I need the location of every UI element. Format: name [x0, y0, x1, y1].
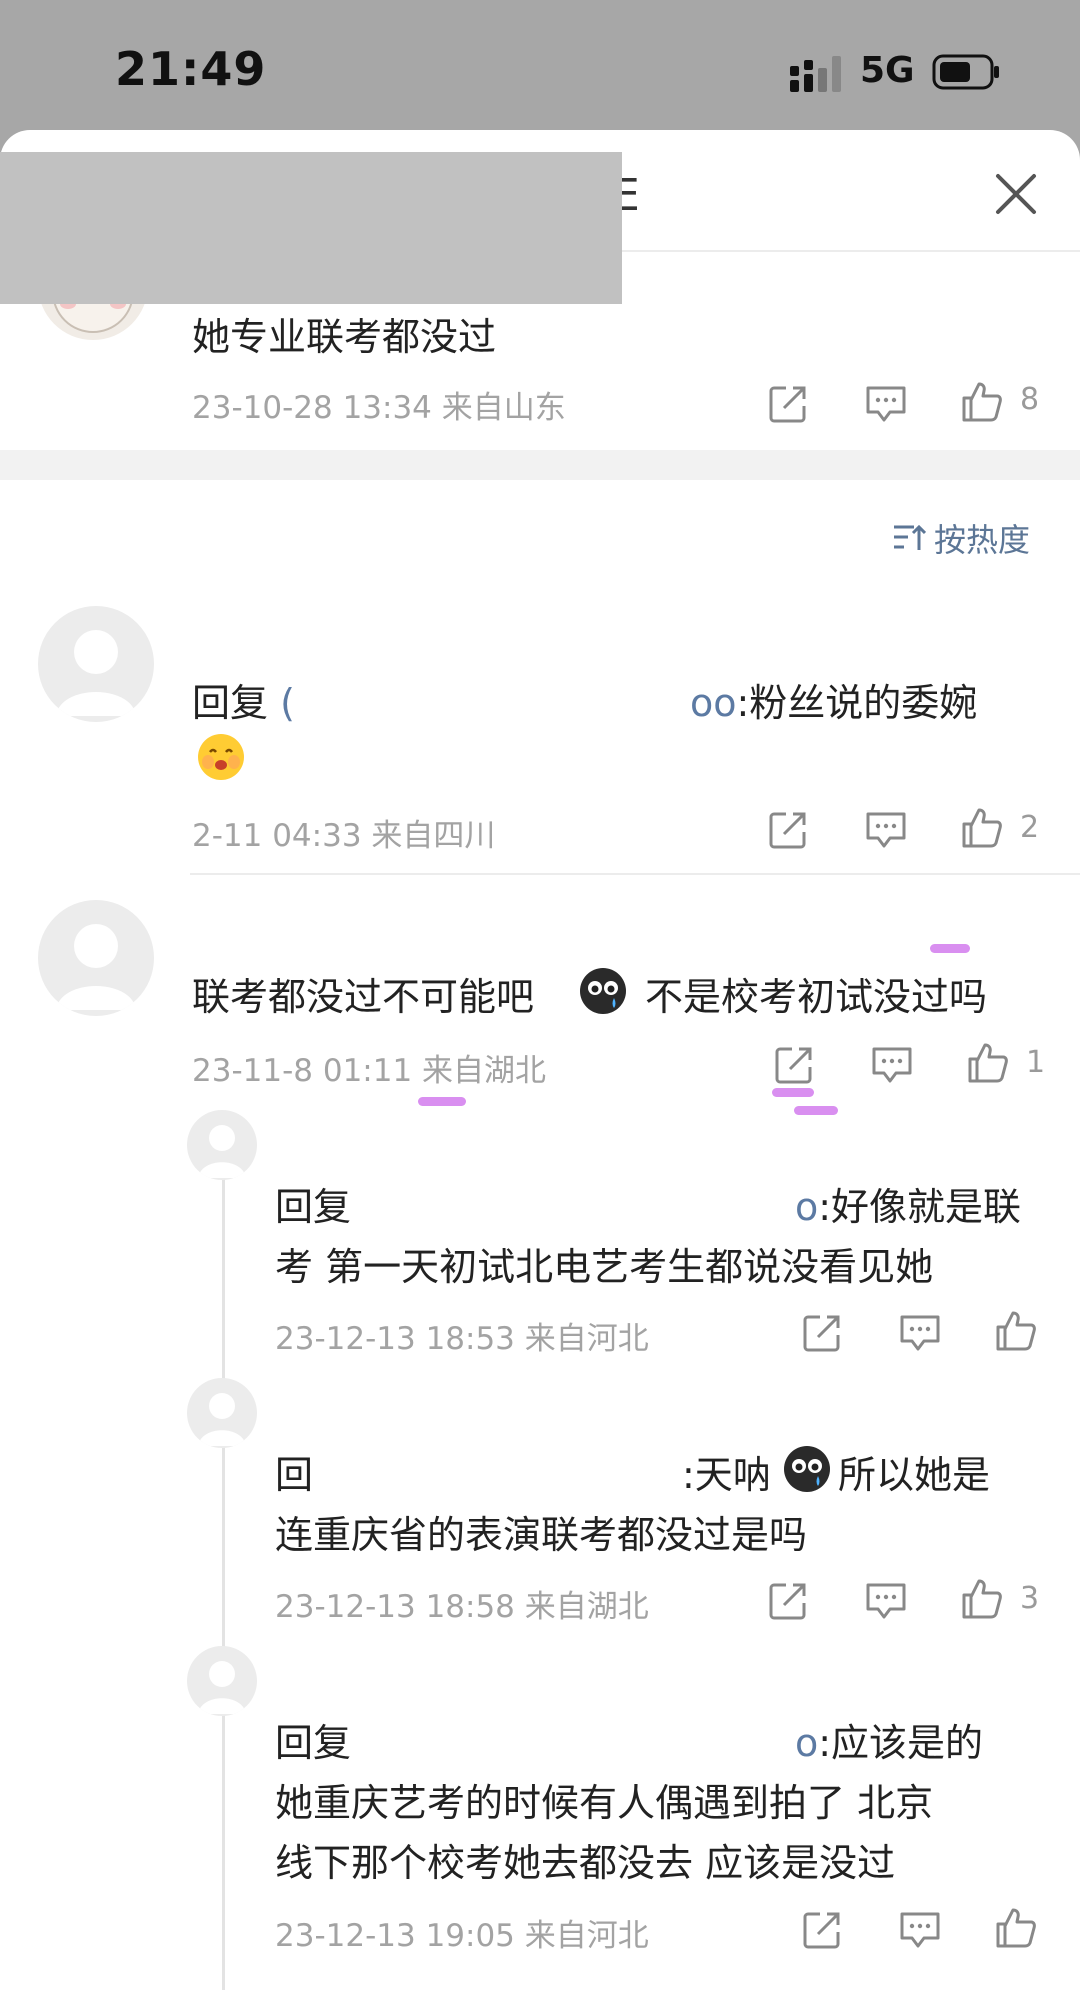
highlight-mark [772, 1088, 814, 1097]
comment-text-part2: 不是校考初试没过吗 [645, 975, 988, 1019]
reply-text-line3: 线下那个校考她去都没去 应该是没过 [275, 1841, 896, 1885]
share-icon[interactable] [766, 1579, 810, 1623]
comment-icon[interactable] [864, 808, 908, 852]
sort-label: 按热度 [934, 521, 1031, 559]
sort-button[interactable]: 按热度 [892, 516, 1030, 560]
like-icon[interactable] [960, 1577, 1004, 1621]
comment-text: :粉丝说的委婉 [736, 681, 978, 725]
like-count: 1 [1026, 1045, 1046, 1080]
reply-prefix: 回复 [192, 681, 269, 725]
reply-header: 回复 ( [192, 672, 295, 727]
highlight-mark [418, 1097, 466, 1106]
thread-line [222, 1140, 225, 1990]
username-start[interactable]: ( [280, 681, 295, 725]
like-count: 8 [1020, 382, 1040, 417]
highlight-mark [930, 944, 970, 953]
share-icon[interactable] [766, 808, 810, 852]
comment-icon[interactable] [870, 1043, 914, 1087]
comment-text-part1: 联考都没过不可能吧 [192, 975, 535, 1019]
comment-text: 她专业联考都没过 [192, 315, 497, 359]
sort-icon [894, 524, 926, 550]
username-end[interactable]: o [795, 1185, 818, 1229]
network-label: 5G [860, 50, 915, 91]
share-icon[interactable] [772, 1043, 816, 1087]
avatar[interactable] [187, 1646, 257, 1716]
crying-face-emoji-icon [784, 1446, 830, 1492]
battery-icon [932, 54, 999, 90]
username-end[interactable]: o [795, 1721, 818, 1765]
like-count: 2 [1020, 810, 1040, 845]
highlight-mark [794, 1106, 838, 1115]
status-bar: 21:49 5G [0, 0, 1080, 135]
avatar[interactable] [38, 606, 154, 722]
comment-icon[interactable] [864, 1579, 908, 1623]
comment-meta: 23-11-8 01:11 来自湖北 [192, 1053, 547, 1089]
comment-icon[interactable] [898, 1311, 942, 1355]
signal-icon [790, 56, 841, 92]
reply-prefix: 回 [275, 1453, 314, 1497]
reply-prefix: 回复 [275, 1721, 352, 1765]
status-time: 21:49 [115, 42, 267, 96]
comment-meta: 2-11 04:33 来自四川 [192, 818, 496, 854]
reply-text-line2: 考 第一天初试北电艺考生都说没看见她 [275, 1245, 934, 1289]
avatar[interactable] [187, 1110, 257, 1180]
comment-text: 联考都没过不可能吧 [192, 966, 534, 1021]
like-icon[interactable] [960, 806, 1004, 850]
reply-meta: 23-12-13 19:05 来自河北 [275, 1918, 649, 1954]
share-icon[interactable] [800, 1908, 844, 1952]
avatar[interactable] [187, 1378, 257, 1448]
reply-text: o:好像就是联 [795, 1176, 1021, 1231]
like-icon[interactable] [994, 1309, 1038, 1353]
reply-text-line1b: 所以她是 [838, 1453, 991, 1497]
reply-text-line2: 她重庆艺考的时候有人偶遇到拍了 北京 [275, 1781, 934, 1825]
comment-icon[interactable] [864, 382, 908, 426]
reply-meta: 23-12-13 18:58 来自湖北 [275, 1589, 649, 1625]
section-separator [0, 450, 1080, 480]
avatar[interactable] [38, 900, 154, 1016]
like-icon[interactable] [994, 1906, 1038, 1950]
comment-meta: 23-10-28 13:34 来自山东 [192, 390, 566, 426]
reply-text-line1: :好像就是联 [818, 1185, 1022, 1229]
reply-text: oo:粉丝说的委婉 [690, 672, 977, 727]
comment-icon[interactable] [898, 1908, 942, 1952]
like-icon[interactable] [960, 380, 1004, 424]
like-count: 3 [1020, 1581, 1040, 1616]
crying-face-emoji-icon [580, 968, 626, 1014]
username-end[interactable]: oo [690, 681, 737, 725]
reply-text-line2: 连重庆省的表演联考都没过是吗 [275, 1513, 808, 1557]
reply-text-line1: :应该是的 [818, 1721, 984, 1765]
share-icon[interactable] [766, 382, 810, 426]
blush-emoji-icon [198, 734, 244, 780]
reply-meta: 23-12-13 18:53 来自河北 [275, 1321, 649, 1357]
share-icon[interactable] [800, 1311, 844, 1355]
reply-prefix: 回复 [275, 1185, 352, 1229]
redaction-block [0, 152, 622, 304]
like-icon[interactable] [966, 1041, 1010, 1085]
close-icon[interactable] [990, 168, 1042, 220]
divider [190, 873, 1080, 875]
reply-text-line1a: :天呐 [682, 1453, 771, 1497]
reply-text: o:应该是的 [795, 1712, 983, 1767]
